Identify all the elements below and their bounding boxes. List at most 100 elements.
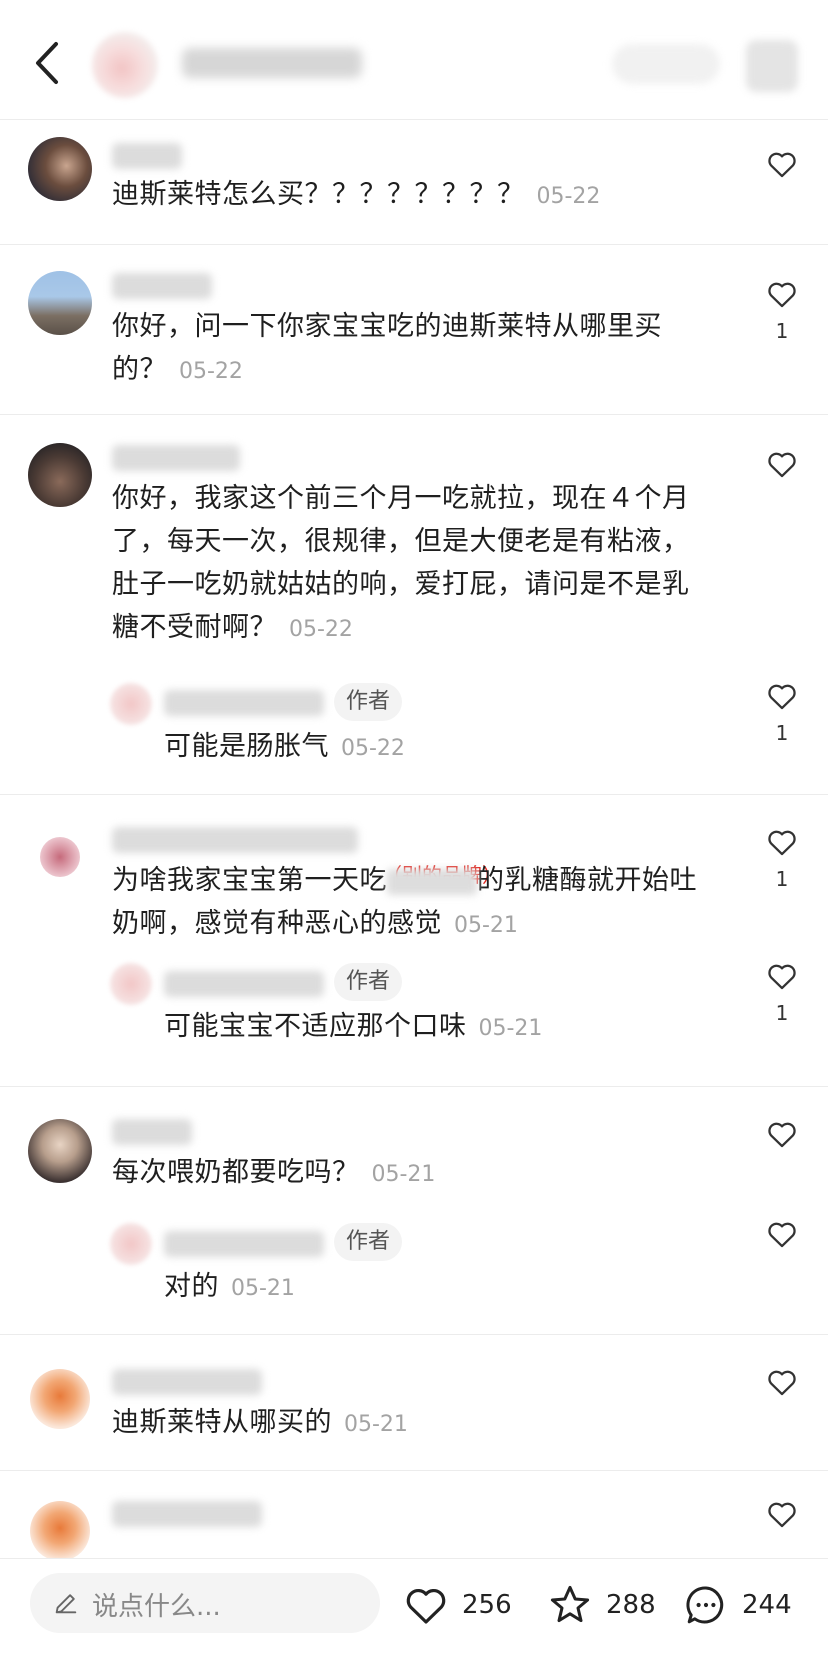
heart-icon: [768, 452, 796, 478]
comment-body-cont: 的乳糖酶就开始吐: [477, 865, 697, 896]
heart-icon: [406, 1589, 446, 1624]
collect-count: 288: [606, 1590, 656, 1620]
top-bar: [0, 0, 828, 120]
comment-text[interactable]: 你好，我家这个前三个月一吃就拉，现在４个月 了，每天一次，很规律，但是大便老是有…: [112, 477, 690, 651]
heart-icon: [768, 964, 796, 990]
heart-icon: [768, 152, 796, 178]
commenter-name-blurred[interactable]: [112, 143, 182, 169]
heart-icon: [768, 282, 796, 308]
like-button[interactable]: [764, 1497, 800, 1531]
collect-button[interactable]: 288: [546, 1577, 656, 1633]
like-button[interactable]: 1: [764, 277, 800, 343]
comment-date: 05-21: [454, 913, 518, 938]
like-button[interactable]: [764, 147, 800, 181]
commenter-avatar[interactable]: [28, 443, 92, 507]
like-count: 1: [775, 1001, 789, 1025]
star-icon: [550, 1585, 590, 1623]
commenter-avatar[interactable]: [30, 1501, 90, 1558]
commenter-name-blurred[interactable]: [112, 445, 240, 471]
comment-count: 244: [742, 1590, 792, 1620]
commenter-name-blurred[interactable]: [112, 1369, 262, 1395]
reply-avatar[interactable]: [110, 963, 152, 1005]
share-icon[interactable]: [746, 40, 798, 92]
reply-like-button[interactable]: [764, 1217, 800, 1251]
reply-date: 05-21: [478, 1016, 543, 1041]
comment-body: 每次喂奶都要吃吗？: [112, 1157, 360, 1188]
commenter-avatar[interactable]: [28, 271, 92, 335]
commenter-name-blurred[interactable]: [112, 1501, 262, 1527]
comment-item: 你好，我家这个前三个月一吃就拉，现在４个月 了，每天一次，很规律，但是大便老是有…: [0, 415, 828, 795]
reply-body: 对的: [164, 1271, 219, 1302]
comment-item: 迪斯莱特怎么买？？？？？？？？ 05-22: [0, 121, 828, 245]
commenter-name-blurred[interactable]: [112, 1119, 192, 1145]
comment-body: 迪斯莱特怎么买？？？？？？？？: [112, 179, 525, 210]
reply-like-button[interactable]: 1: [764, 959, 800, 1025]
chevron-left-icon[interactable]: [28, 38, 68, 88]
like-count: 1: [775, 721, 789, 745]
reply-name-blurred[interactable]: [164, 971, 324, 997]
comment-item: 你好，问一下你家宝宝吃的迪斯莱特从哪里买 的？ 05-22 1: [0, 245, 828, 415]
comment-text[interactable]: 迪斯莱特从哪买的 05-21: [112, 1401, 408, 1446]
reply-text[interactable]: 对的 05-21: [164, 1265, 295, 1310]
like-count: 1: [775, 319, 789, 343]
like-post-button[interactable]: 256: [402, 1577, 512, 1633]
reply-date: 05-22: [341, 736, 405, 761]
author-avatar[interactable]: [92, 32, 158, 98]
reply-avatar[interactable]: [110, 1223, 152, 1265]
reply-name-blurred[interactable]: [164, 690, 324, 716]
commenter-name-blurred[interactable]: [112, 273, 212, 299]
comment-item: （别的品牌） 为啥我家宝宝第一天吃的乳糖酶就开始吐 奶啊，感觉有种恶心的感觉05…: [0, 795, 828, 1087]
heart-icon: [768, 1370, 796, 1396]
blurred-brand: [387, 868, 477, 895]
reply-like-button[interactable]: 1: [764, 679, 800, 745]
comment-text[interactable]: 为啥我家宝宝第一天吃 的乳糖酶就开始吐 奶啊，感觉有种恶心的感觉 05-21: [112, 859, 697, 947]
comment-date: 05-22: [536, 184, 601, 209]
comment-body: 你好，我家这个前三个月一吃就拉，现在４个月: [112, 483, 690, 514]
commenter-avatar[interactable]: [28, 137, 92, 201]
comment-item: 每次喂奶都要吃吗？ 05-21 作者 对的 05-21: [0, 1087, 828, 1335]
like-count: 1: [775, 867, 789, 891]
comment-date: 05-21: [344, 1412, 408, 1437]
comment-body-cont: 肚子一吃奶就姑姑的响，爱打屁，请问是不是乳: [112, 569, 690, 600]
comment-button[interactable]: 244: [682, 1577, 792, 1633]
commenter-avatar[interactable]: [30, 1369, 90, 1429]
like-button[interactable]: [764, 1117, 800, 1151]
heart-icon: [768, 830, 796, 856]
follow-button-blurred[interactable]: [612, 44, 720, 84]
comment-item: 迪斯莱特从哪买的 05-21: [0, 1335, 828, 1471]
reply-text[interactable]: 可能宝宝不适应那个口味 05-21: [164, 1005, 542, 1050]
comment-text[interactable]: 你好，问一下你家宝宝吃的迪斯莱特从哪里买 的？ 05-22: [112, 305, 662, 393]
commenter-avatar[interactable]: [40, 837, 80, 877]
comment-body-cont: 糖不受耐啊？: [112, 612, 277, 643]
like-button[interactable]: 1: [764, 825, 800, 891]
heart-icon: [768, 1222, 796, 1248]
comment-item: [0, 1471, 828, 1558]
comment-text[interactable]: 每次喂奶都要吃吗？ 05-21: [112, 1151, 435, 1196]
commenter-name-blurred[interactable]: [112, 827, 358, 853]
reply-date: 05-21: [231, 1276, 295, 1301]
reply-name-blurred[interactable]: [164, 1231, 324, 1257]
comment-text[interactable]: 迪斯莱特怎么买？？？？？？？？ 05-22: [112, 173, 600, 218]
heart-icon: [768, 1122, 796, 1148]
comment-input[interactable]: 说点什么...: [30, 1573, 380, 1633]
comment-date: 05-22: [289, 617, 353, 642]
like-button[interactable]: [764, 447, 800, 481]
author-name-blurred[interactable]: [182, 48, 362, 78]
author-tag: 作者: [334, 1223, 403, 1261]
pencil-icon: [55, 1594, 77, 1614]
author-tag: 作者: [334, 683, 403, 721]
comment-date: 05-22: [179, 359, 243, 384]
reply-body: 可能宝宝不适应那个口味: [164, 1011, 467, 1042]
heart-icon: [768, 1502, 796, 1528]
reply-avatar[interactable]: [110, 683, 152, 725]
commenter-avatar[interactable]: [28, 1119, 92, 1183]
chat-bubble-icon: [686, 1586, 724, 1624]
comment-list: 迪斯莱特怎么买？？？？？？？？ 05-22 你好，问一下你家宝宝吃的迪斯莱特从哪里…: [0, 121, 828, 1558]
comment-body: 你好，问一下你家宝宝吃的迪斯莱特从哪里买: [112, 311, 662, 342]
comment-input-placeholder: 说点什么...: [92, 1592, 221, 1622]
comment-body: 为啥我家宝宝第一天吃: [112, 865, 387, 896]
reply-text[interactable]: 可能是肠胀气 05-22: [164, 725, 405, 770]
like-count: 256: [462, 1590, 512, 1620]
like-button[interactable]: [764, 1365, 800, 1399]
author-tag: 作者: [334, 963, 403, 1001]
